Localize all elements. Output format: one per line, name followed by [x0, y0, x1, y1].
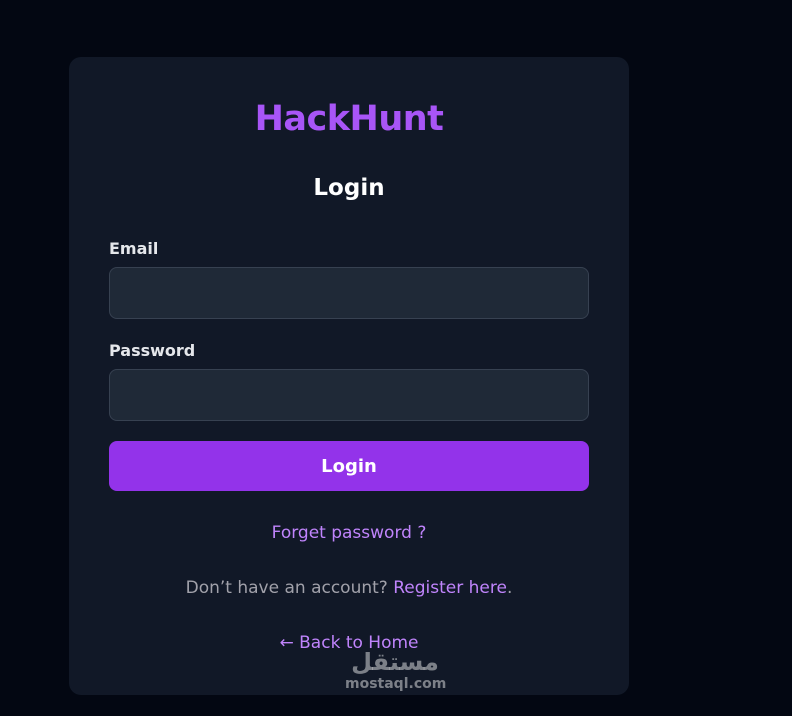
register-suffix: .: [506, 578, 513, 598]
password-field[interactable]: [109, 369, 589, 421]
login-button[interactable]: Login: [109, 441, 589, 491]
watermark-arabic: مستقل: [351, 648, 439, 676]
login-card: HackHunt Login Email Password Login Forg…: [69, 57, 629, 695]
email-label: Email: [109, 239, 159, 258]
email-field[interactable]: [109, 267, 589, 319]
watermark: مستقل mostaql.com: [345, 648, 447, 692]
brand-logo: HackHunt: [254, 99, 444, 139]
page-title: Login: [313, 175, 385, 201]
watermark-latin: mostaql.com: [345, 676, 447, 692]
forgot-password-row: Forget password ?: [69, 523, 629, 543]
forgot-password-link[interactable]: Forget password ?: [272, 523, 427, 543]
register-prompt: Don’t have an account?: [185, 578, 388, 598]
register-row: Don’t have an account? Register here.: [69, 578, 629, 598]
password-label: Password: [109, 341, 196, 360]
register-link[interactable]: Register here: [393, 578, 507, 598]
